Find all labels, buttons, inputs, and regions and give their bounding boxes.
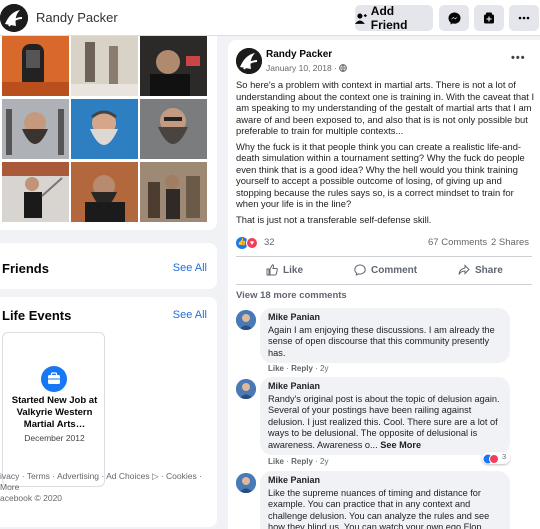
follow-button[interactable] — [474, 5, 504, 31]
post-timestamp[interactable]: January 10, 2018 · — [266, 63, 348, 73]
commenter-name[interactable]: Mike Panian — [268, 475, 502, 487]
comment-like-link[interactable]: Like — [268, 364, 284, 373]
comment-time[interactable]: 2y — [320, 457, 328, 466]
reaction-count[interactable]: 32 — [264, 237, 275, 248]
comment-button[interactable]: Comment — [354, 262, 417, 278]
comment-reactions[interactable]: 3 — [482, 452, 510, 464]
photo-thumbnail[interactable] — [140, 162, 207, 222]
post-options-button[interactable]: ••• — [511, 52, 526, 64]
photo-thumbnail[interactable] — [71, 36, 138, 96]
life-event-title: Started New Job at Valkyrie Western Mart… — [11, 395, 98, 430]
photo-thumbnail[interactable] — [71, 162, 138, 222]
comment-bubble: Mike Panian Randy's original post is abo… — [260, 377, 510, 455]
comment-label: Comment — [371, 264, 418, 276]
commenter-name[interactable]: Mike Panian — [268, 312, 502, 324]
message-button[interactable] — [439, 5, 469, 31]
reaction-icons[interactable]: 👍 ♥ — [236, 237, 262, 249]
profile-name[interactable]: Randy Packer — [36, 10, 118, 25]
divider — [236, 256, 532, 257]
comments-count[interactable]: 67 Comments — [428, 237, 487, 248]
post-paragraph: Why the fuck is it that people think you… — [236, 140, 525, 210]
briefcase-icon — [41, 366, 67, 392]
view-more-comments-link[interactable]: View 18 more comments — [236, 290, 347, 301]
avatar[interactable] — [0, 4, 28, 32]
commenter-avatar[interactable] — [236, 473, 256, 493]
comment-bubble: Mike Panian Like the supreme nuances of … — [260, 471, 510, 529]
friends-card: Friends See All — [0, 243, 217, 289]
comment-reaction-count: 3 — [502, 452, 507, 461]
comment-icon — [354, 264, 366, 276]
more-options-button[interactable] — [509, 5, 539, 31]
photo-thumbnail[interactable] — [2, 162, 69, 222]
ellipsis-icon — [518, 16, 530, 20]
copyright: acebook © 2020 — [0, 493, 63, 503]
commenter-name[interactable]: Mike Panian — [268, 381, 502, 393]
divider — [236, 284, 532, 285]
post-text: So here's a problem with context in mart… — [236, 79, 536, 229]
photo-thumbnail[interactable] — [140, 99, 207, 159]
comment-like-link[interactable]: Like — [268, 457, 284, 466]
add-friend-button[interactable]: Add Friend — [355, 4, 433, 32]
post-author[interactable]: Randy Packer — [266, 49, 332, 60]
add-friend-icon — [355, 12, 367, 24]
friends-see-all-link[interactable]: See All — [173, 262, 207, 274]
photo-thumbnail[interactable] — [140, 36, 207, 96]
friends-title: Friends — [2, 261, 49, 276]
life-events-title: Life Events — [2, 308, 72, 323]
comment-bubble: Mike Panian Again I am enjoying these di… — [260, 308, 510, 363]
photo-thumbnail[interactable] — [71, 99, 138, 159]
see-more-link[interactable]: See More — [380, 440, 421, 450]
bookmark-plus-icon — [484, 12, 494, 24]
footer-links: ivacy · Terms · Advertising · Ad Choices… — [0, 471, 218, 504]
life-event-date: December 2012 — [24, 433, 85, 443]
thumbs-up-icon — [266, 264, 278, 276]
comment-reply-link[interactable]: Reply — [291, 364, 313, 373]
comment-reply-link[interactable]: Reply — [291, 457, 313, 466]
post-paragraph: So here's a problem with context in mart… — [236, 79, 535, 136]
footer-line[interactable]: ivacy · Terms · Advertising · Ad Choices… — [0, 471, 218, 493]
post-date-text: January 10, 2018 · — [266, 63, 340, 73]
photo-thumbnail[interactable] — [2, 99, 69, 159]
photo-thumbnail[interactable] — [2, 36, 69, 96]
post-card: Randy Packer January 10, 2018 · ••• So h… — [228, 40, 540, 529]
comment-text: Again I am enjoying these discussions. I… — [268, 324, 495, 358]
messenger-icon — [448, 12, 460, 24]
life-events-see-all-link[interactable]: See All — [173, 309, 207, 321]
profile-top-bar: Randy Packer Add Friend — [0, 0, 540, 36]
comment-actions: Like · Reply · 2y — [268, 457, 329, 466]
add-friend-label: Add Friend — [370, 4, 408, 32]
love-reaction-icon: ♥ — [246, 237, 258, 249]
photos-card — [0, 36, 217, 230]
comment-actions: Like · Reply · 2y — [268, 364, 329, 373]
shares-count[interactable]: 2 Shares — [491, 237, 529, 248]
like-button[interactable]: Like — [266, 262, 303, 278]
post-paragraph: That is just not a transferable self-def… — [236, 213, 432, 225]
share-button[interactable]: Share — [458, 262, 503, 278]
comment-time[interactable]: 2y — [320, 364, 328, 373]
life-event-item[interactable]: Started New Job at Valkyrie Western Mart… — [2, 332, 105, 487]
share-label: Share — [475, 264, 503, 276]
commenter-avatar[interactable] — [236, 379, 256, 399]
commenter-avatar[interactable] — [236, 310, 256, 330]
comment-text: Like the supreme nuances of timing and d… — [268, 487, 490, 529]
like-label: Like — [283, 264, 304, 276]
share-icon — [458, 264, 470, 275]
reactions-bar: 👍 ♥ 32 67 Comments 2 Shares — [236, 237, 532, 251]
avatar[interactable] — [236, 48, 262, 74]
globe-icon — [339, 64, 348, 73]
